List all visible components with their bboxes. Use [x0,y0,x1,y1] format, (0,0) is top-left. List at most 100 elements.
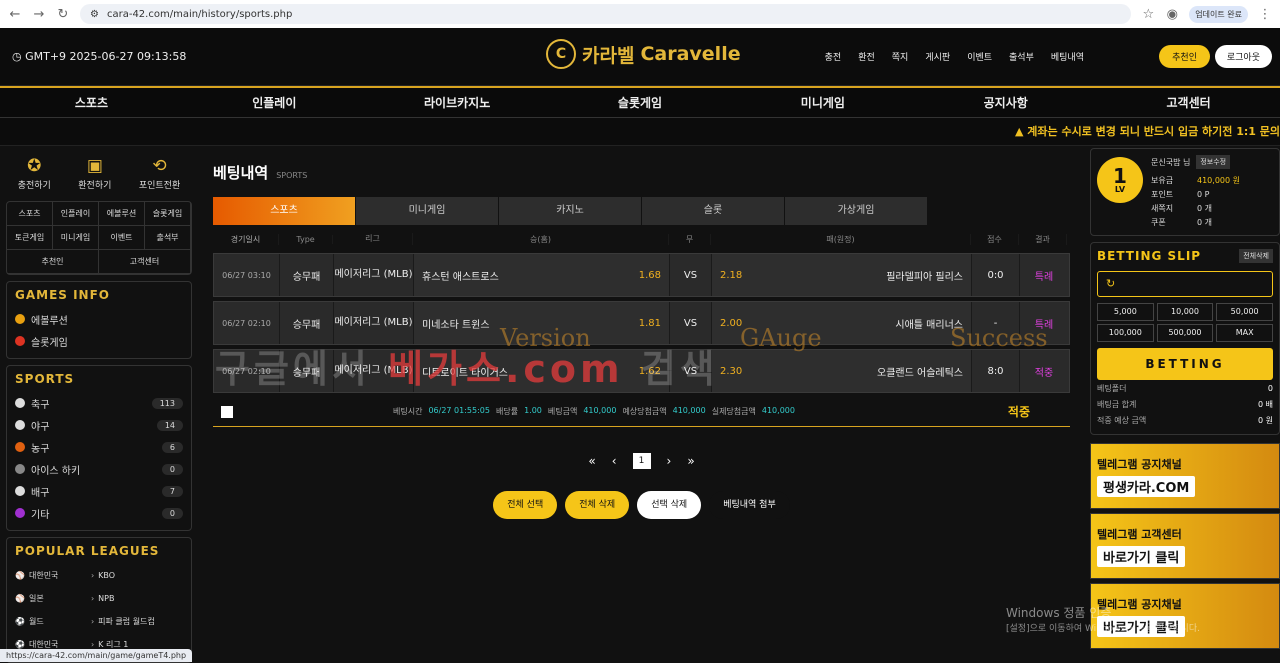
game-evolution[interactable]: 에볼루션 [15,308,183,330]
grid-referral[interactable]: 추천인 [7,250,99,274]
refresh-icon[interactable]: ↻ [1106,277,1115,290]
sport-basketball[interactable]: 농구 6 [15,436,183,458]
tab-casino[interactable]: 카지노 [499,197,641,225]
charge-icon: ✪ [27,156,42,176]
prev-page-icon[interactable]: ‹ [612,454,617,468]
topmenu-bet-history[interactable]: 베팅내역 [1051,50,1084,63]
quick-point-convert[interactable]: ⟲ 포인트전환 [139,156,180,191]
grid-slot[interactable]: 슬롯게임 [145,202,191,226]
next-page-icon[interactable]: › [667,454,672,468]
address-bar[interactable]: ⚙ cara-42.com/main/history/sports.php [80,4,1132,24]
league-item[interactable]: ⚾ 대한민국 › KBO [15,564,183,587]
message-row[interactable]: 새쪽지 0 개 [1151,201,1273,215]
update-button[interactable]: 업데이트 완료 [1189,5,1248,23]
chevron-right-icon: › [90,594,95,603]
amount-50000[interactable]: 50,000 [1216,303,1273,321]
page-subtitle: SPORTS [276,171,308,180]
league-item[interactable]: ⚾ 일본 › NPB [15,587,183,610]
select-checkbox[interactable] [221,405,233,418]
delete-selected-button[interactable]: 선택 삭제 [637,491,702,519]
profile-icon[interactable]: ◉ [1165,7,1179,22]
windows-activation: Windows 정품 인증 [설정]으로 이동하여 Windows를 정품 인증합… [1006,606,1200,634]
quick-link-grid: 스포츠 인플레이 에볼루션 슬롯게임 토큰게임 미니게임 이벤트 출석부 추천인… [6,201,192,275]
chevron-right-icon: › [90,571,95,580]
nav-sports[interactable]: 스포츠 [0,94,183,111]
grid-event[interactable]: 이벤트 [99,226,145,250]
url-text: cara-42.com/main/history/sports.php [106,8,293,20]
betting-slip: BETTING SLIP 전체삭제 ↻ 5,000 10,000 50,000 1… [1090,242,1280,435]
site-header: ◷ GMT+9 2025-06-27 09:13:58 C 카라벨 Caravell… [0,28,1280,86]
popular-leagues: POPULAR LEAGUES ⚾ 대한민국 › KBO ⚾ 일본 › NPB ⚽ 월드 › 피파… [6,537,192,663]
tab-sports[interactable]: 스포츠 [213,197,355,225]
select-all-button[interactable]: 전체 선택 [493,491,558,519]
delete-all-button[interactable]: 전체 삭제 [565,491,630,519]
game-slot[interactable]: 슬롯게임 [15,330,183,352]
topmenu-board[interactable]: 게시판 [925,50,950,63]
evolution-icon [15,314,25,324]
topmenu-attendance[interactable]: 출석부 [1009,50,1034,63]
grid-evolution[interactable]: 에볼루션 [99,202,145,226]
sports-title: SPORTS [15,372,75,386]
convert-icon: ⟲ [152,156,167,176]
grid-inplay[interactable]: 인플레이 [53,202,99,226]
nav-inplay[interactable]: 인플레이 [183,94,366,111]
sport-baseball[interactable]: 야구 14 [15,414,183,436]
grid-attendance[interactable]: 출석부 [145,226,191,250]
quick-charge[interactable]: ✪ 충전하기 [18,156,51,191]
reload-icon[interactable]: ↻ [56,7,70,22]
tab-slot[interactable]: 슬롯 [642,197,784,225]
edit-profile-button[interactable]: 정보수정 [1196,155,1231,169]
history-actions: 전체 선택 전체 삭제 선택 삭제 베팅내역 첨부 [213,491,1070,519]
bet-amount-input[interactable]: ↻ [1097,271,1273,297]
quick-withdraw[interactable]: ▣ 환전하기 [78,156,111,191]
grid-mini[interactable]: 미니게임 [53,226,99,250]
nav-notice[interactable]: 공지사항 [914,94,1097,111]
nav-slot[interactable]: 슬롯게임 [549,94,732,111]
last-page-icon[interactable]: » [687,454,694,468]
logout-button[interactable]: 로그아웃 [1214,45,1272,68]
league-item[interactable]: ⚽ 월드 › 피파 클럽 월드컵 [15,610,183,633]
menu-icon[interactable]: ⋮ [1258,7,1272,22]
baseball-icon [15,420,25,430]
amount-500000[interactable]: 500,000 [1156,324,1214,342]
logo[interactable]: C 카라벨 Caravelle [546,39,741,69]
grid-token[interactable]: 토큰게임 [7,226,53,250]
amount-10000[interactable]: 10,000 [1156,303,1214,321]
coupon-row[interactable]: 쿠폰 0 개 [1151,215,1273,229]
sport-other[interactable]: 기타 0 [15,502,183,524]
table-header: 경기일시 Type 리그 승(홈) 무 패(원정) 점수 결과 [213,225,1070,253]
tab-virtual[interactable]: 가상게임 [785,197,927,225]
sport-icehockey[interactable]: 아이스 하키 0 [15,458,183,480]
first-page-icon[interactable]: « [588,454,595,468]
amount-5000[interactable]: 5,000 [1097,303,1154,321]
topmenu-charge[interactable]: 충전 [825,50,842,63]
away-pick: 2.30 오클랜드 어슬레틱스 [712,350,972,392]
nav-live-casino[interactable]: 라이브카지노 [366,94,549,111]
summary-result: 적중 [1007,405,1030,419]
grid-sports[interactable]: 스포츠 [7,202,53,226]
baseball-flag-icon: ⚾ [15,594,25,603]
amount-max[interactable]: MAX [1216,324,1273,342]
topmenu-withdraw[interactable]: 환전 [858,50,875,63]
nav-support[interactable]: 고객센터 [1097,94,1280,111]
bookmark-icon[interactable]: ☆ [1141,7,1155,22]
referral-button[interactable]: 추천인 [1159,45,1210,68]
forward-icon[interactable]: → [32,7,46,22]
nav-mini-game[interactable]: 미니게임 [731,94,914,111]
betting-button[interactable]: BETTING [1097,348,1273,380]
site-info-icon[interactable]: ⚙ [90,9,99,20]
sport-volleyball[interactable]: 배구 7 [15,480,183,502]
page-number[interactable]: 1 [632,453,651,469]
grid-support[interactable]: 고객센터 [99,250,191,274]
topmenu-event[interactable]: 이벤트 [967,50,992,63]
clear-all-button[interactable]: 전체삭제 [1239,249,1273,263]
telegram-notice-banner[interactable]: 텔레그램 공지채널 평생카라.COM [1090,443,1280,509]
telegram-support-banner[interactable]: 텔레그램 고객센터 바로가기 클릭 [1090,513,1280,579]
back-icon[interactable]: ← [8,7,22,22]
notice-ticker: ▲ 계좌는 수시로 변경 되니 반드시 입금 하기전 1:1 문의 [0,118,1280,146]
topmenu-messages[interactable]: 쪽지 [892,50,909,63]
sport-soccer[interactable]: 축구 113 [15,392,183,414]
amount-100000[interactable]: 100,000 [1097,324,1154,342]
tab-mini-game[interactable]: 미니게임 [356,197,498,225]
attach-history-button[interactable]: 베팅내역 첨부 [709,491,790,519]
